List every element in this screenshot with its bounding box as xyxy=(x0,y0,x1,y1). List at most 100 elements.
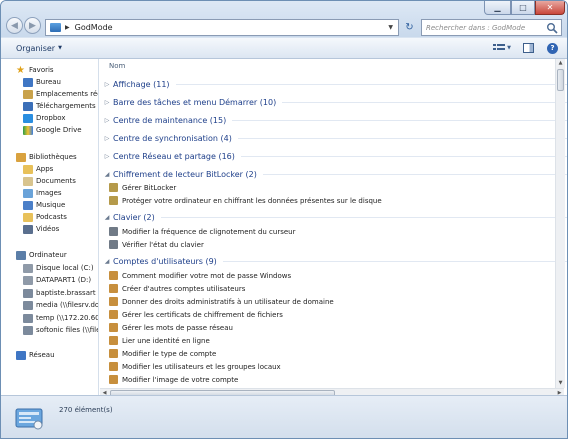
sidebar-item-network-drive[interactable]: baptiste.brassart (\\ xyxy=(23,287,99,299)
maximize-button[interactable]: □ xyxy=(511,1,535,15)
refresh-button[interactable]: ↻ xyxy=(401,19,418,36)
list-item[interactable]: Gérer les mots de passe réseau xyxy=(109,322,233,333)
group-header[interactable]: ◢ Clavier (2) xyxy=(99,210,567,224)
group-title: Centre de maintenance (15) xyxy=(113,115,227,125)
sidebar-item-images[interactable]: Images xyxy=(23,187,62,199)
expand-arrow-icon[interactable]: ▷ xyxy=(103,117,111,124)
breadcrumb-location[interactable]: GodMode xyxy=(75,23,113,32)
column-header[interactable]: Nom xyxy=(99,59,567,73)
control-panel-icon xyxy=(50,23,61,32)
sidebar-favorites-header[interactable]: ★ Favoris xyxy=(16,64,54,76)
list-item[interactable]: Créer d'autres comptes utilisateurs xyxy=(109,283,245,294)
sidebar-item-videos[interactable]: Vidéos xyxy=(23,223,59,235)
list-item[interactable]: Modifier le type de compte xyxy=(109,348,216,359)
network-drive-icon xyxy=(23,288,33,298)
group-title: Centre Réseau et partage (16) xyxy=(113,151,235,161)
group-header[interactable]: ◢ Comptes d'utilisateurs (9) xyxy=(99,254,567,268)
sidebar-item-music[interactable]: Musique xyxy=(23,199,65,211)
list-item-label: Gérer les certificats de chiffrement de … xyxy=(122,310,283,319)
sidebar-item-network-drive[interactable]: media (\\filesrv.dor xyxy=(23,299,98,311)
expand-arrow-icon[interactable]: ▷ xyxy=(103,81,111,88)
organize-button[interactable]: Organiser ▼ xyxy=(16,44,62,53)
view-icon[interactable] xyxy=(493,43,506,53)
collapse-arrow-icon[interactable]: ◢ xyxy=(103,258,111,265)
sidebar-section-label: Réseau xyxy=(29,351,55,359)
sidebar-item-label: Emplacements réce xyxy=(36,90,99,98)
back-button[interactable]: ◀ xyxy=(6,17,23,34)
sidebar-item-network-drive[interactable]: temp (\\172.20.60.2 xyxy=(23,312,99,324)
sidebar-item-network-drive[interactable]: softonic files (\\files xyxy=(23,324,99,336)
address-bar[interactable]: ▶ GodMode ▼ xyxy=(45,19,399,36)
group-header[interactable]: ◢ Chiffrement de lecteur BitLocker (2) xyxy=(99,167,567,181)
keyboard-icon xyxy=(109,227,118,236)
view-dropdown-icon[interactable]: ▼ xyxy=(507,45,511,51)
forward-button[interactable]: ▶ xyxy=(24,17,41,34)
minimize-button[interactable]: ▁ xyxy=(484,1,511,15)
group-title: Comptes d'utilisateurs (9) xyxy=(113,256,217,266)
list-item[interactable]: Gérer les certificats de chiffrement de … xyxy=(109,309,283,320)
sidebar-item-drive-c[interactable]: Disque local (C:) xyxy=(23,262,94,274)
sidebar-item-bureau[interactable]: Bureau xyxy=(23,76,61,88)
list-item[interactable]: Protéger votre ordinateur en chiffrant l… xyxy=(109,195,382,206)
sidebar-item-label: baptiste.brassart (\\ xyxy=(36,289,99,297)
item-count: 270 élément(s) xyxy=(59,406,113,414)
search-box[interactable]: Rechercher dans : GodMode xyxy=(421,19,562,36)
list-item[interactable]: Modifier la fréquence de clignotement du… xyxy=(109,226,295,237)
sidebar-item-podcasts[interactable]: Podcasts xyxy=(23,211,67,223)
list-item[interactable]: Gérer BitLocker xyxy=(109,182,176,193)
organize-label: Organiser xyxy=(16,43,56,53)
videos-icon xyxy=(23,224,33,234)
close-button[interactable]: ✕ xyxy=(535,1,565,15)
scroll-thumb[interactable] xyxy=(557,69,564,91)
search-input[interactable]: Rechercher dans : GodMode xyxy=(426,24,546,32)
column-header-name[interactable]: Nom xyxy=(109,62,125,70)
list-item[interactable]: Modifier les utilisateurs et les groupes… xyxy=(109,361,281,372)
sidebar-item-documents[interactable]: Documents xyxy=(23,175,76,187)
group-header[interactable]: ▷ Centre de synchronisation (4) xyxy=(99,131,567,145)
group-header[interactable]: ▷ Centre de maintenance (15) xyxy=(99,113,567,127)
help-icon[interactable]: ? xyxy=(547,42,558,54)
list-item[interactable]: Comment modifier votre mot de passe Wind… xyxy=(109,270,291,281)
computer-icon xyxy=(16,250,26,260)
sidebar-item-label: softonic files (\\files xyxy=(36,326,99,334)
desktop-icon xyxy=(23,77,33,87)
preview-pane-icon[interactable] xyxy=(523,43,534,53)
expand-arrow-icon[interactable]: ▷ xyxy=(103,99,111,106)
user-accounts-icon xyxy=(109,271,118,280)
user-accounts-icon xyxy=(109,323,118,332)
list-item[interactable]: Vérifier l'état du clavier xyxy=(109,239,204,250)
content-pane: Nom ▷ Affichage (11) ▷ Barre des tâches et… xyxy=(99,59,567,395)
breadcrumb-separator[interactable]: ▶ xyxy=(65,24,70,31)
explorer-window: ▁ □ ✕ ◀ ▶ ▶ GodMode ▼ ↻ Rechercher dans … xyxy=(0,0,568,439)
navigation-pane: ★ Favoris Bureau Emplacements réce Téléc… xyxy=(1,59,99,395)
list-item[interactable]: Lier une identité en ligne xyxy=(109,335,210,346)
sidebar-computer-header[interactable]: Ordinateur xyxy=(16,249,67,261)
sidebar-item-network[interactable]: Réseau xyxy=(16,349,55,361)
list-item[interactable]: Modifier l'image de votre compte xyxy=(109,374,238,385)
collapse-arrow-icon[interactable]: ◢ xyxy=(103,214,111,221)
sidebar-item-label: Google Drive xyxy=(36,126,82,134)
list-item-label: Gérer les mots de passe réseau xyxy=(122,323,233,332)
sidebar-item-recent[interactable]: Emplacements réce xyxy=(23,88,99,100)
vertical-scrollbar[interactable]: ▲ ▼ xyxy=(555,59,565,388)
sidebar-item-apps[interactable]: Apps xyxy=(23,163,53,175)
collapse-arrow-icon[interactable]: ◢ xyxy=(103,171,111,178)
list-item[interactable]: Donner des droits administratifs à un ut… xyxy=(109,296,334,307)
search-icon[interactable] xyxy=(546,22,558,34)
expand-arrow-icon[interactable]: ▷ xyxy=(103,135,111,142)
scroll-up-arrow[interactable]: ▲ xyxy=(556,59,565,68)
sidebar-item-downloads[interactable]: Téléchargements xyxy=(23,100,96,112)
scroll-down-arrow[interactable]: ▼ xyxy=(556,379,565,388)
sidebar-libraries-header[interactable]: Bibliothèques xyxy=(16,151,77,163)
sidebar-item-drive-d[interactable]: DATAPART1 (D:) xyxy=(23,274,91,286)
address-dropdown-icon[interactable]: ▼ xyxy=(388,24,393,31)
sidebar-item-label: temp (\\172.20.60.2 xyxy=(36,314,99,322)
sidebar-item-dropbox[interactable]: Dropbox xyxy=(23,112,66,124)
group-header[interactable]: ▷ Affichage (11) xyxy=(99,77,567,91)
sidebar-item-google-drive[interactable]: Google Drive xyxy=(23,124,82,136)
group-header[interactable]: ▷ Barre des tâches et menu Démarrer (10) xyxy=(99,95,567,109)
libraries-icon xyxy=(16,152,26,162)
sidebar-item-label: Vidéos xyxy=(36,225,60,233)
group-header[interactable]: ▷ Centre Réseau et partage (16) xyxy=(99,149,567,163)
expand-arrow-icon[interactable]: ▷ xyxy=(103,153,111,160)
